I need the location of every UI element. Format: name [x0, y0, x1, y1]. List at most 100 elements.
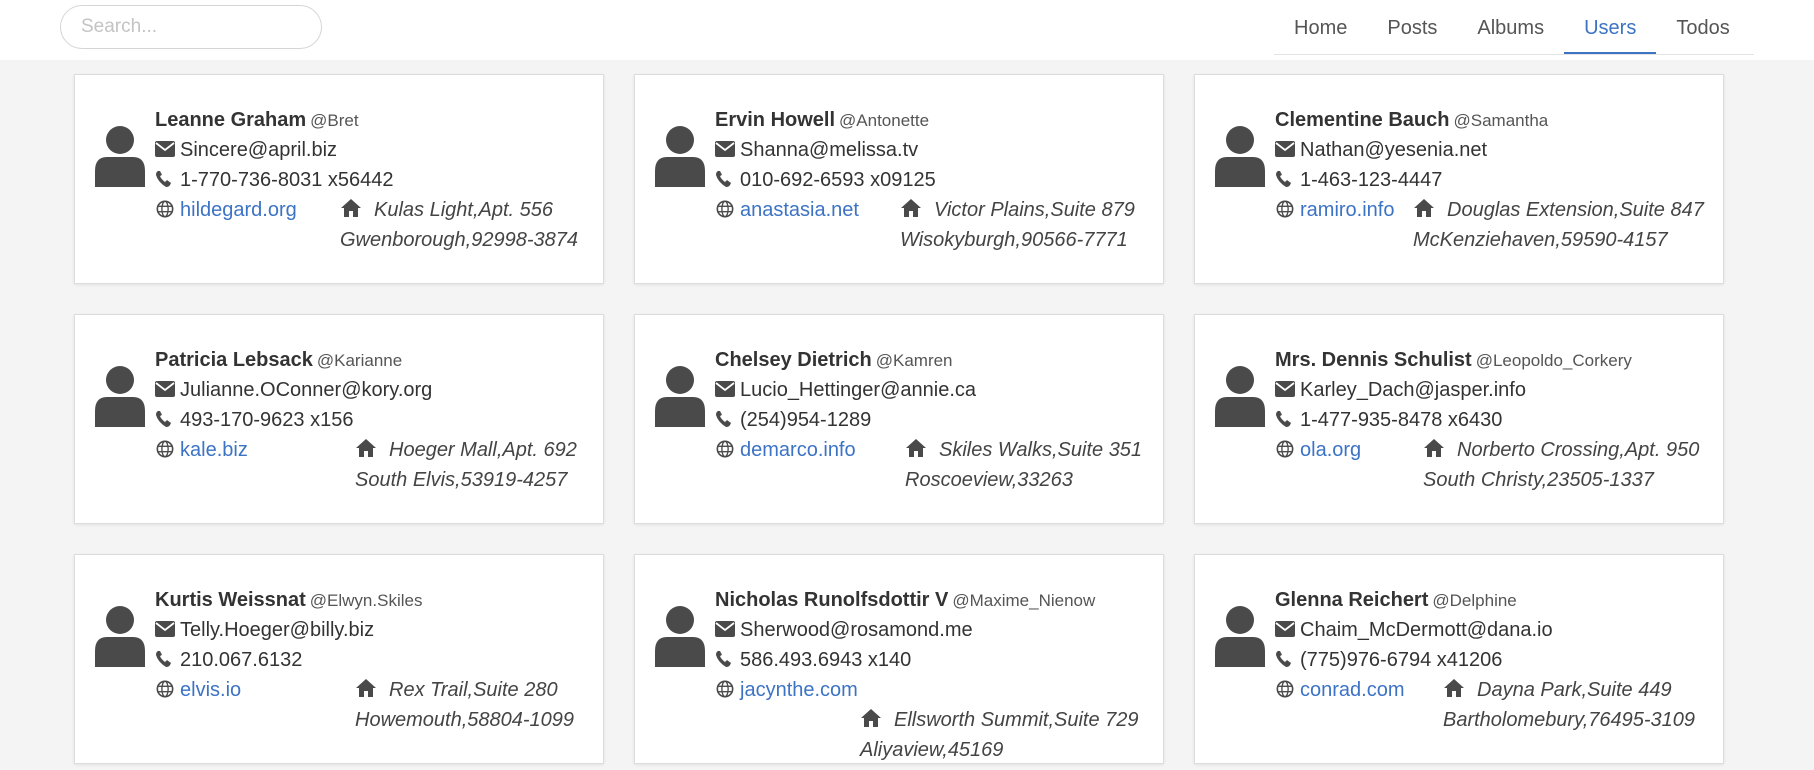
envelope-icon: [1275, 381, 1295, 397]
user-username: @Leopoldo_Corkery: [1475, 351, 1632, 370]
user-icon: [655, 126, 705, 187]
user-email: Lucio_Hettinger@annie.ca: [715, 379, 976, 402]
user-username: @Elwyn.Skiles: [309, 591, 423, 610]
user-icon: [1215, 606, 1265, 667]
user-phone-text: (254)954-1289: [740, 409, 872, 431]
user-phone: 1-477-935-8478 x6430: [1275, 409, 1502, 432]
user-address-city: McKenziehaven,59590-4157: [1413, 229, 1668, 251]
user-website-link[interactable]: ramiro.info: [1300, 199, 1394, 221]
user-email: Sincere@april.biz: [155, 139, 337, 162]
user-card: Mrs. Dennis Schulist @Leopoldo_Corkery Ka…: [1194, 314, 1724, 524]
user-phone: 010-692-6593 x09125: [715, 169, 936, 192]
user-phone-text: 210.067.6132: [180, 649, 303, 671]
user-email-text: Nathan@yesenia.net: [1300, 139, 1488, 161]
user-icon: [1215, 366, 1265, 427]
user-website: elvis.io: [155, 679, 241, 702]
user-icon: [655, 606, 705, 667]
user-phone: 1-463-123-4447: [1275, 169, 1442, 192]
search-input[interactable]: [60, 5, 322, 49]
nav-albums[interactable]: Albums: [1457, 0, 1564, 54]
user-website: hildegard.org: [155, 199, 297, 222]
user-card: Kurtis Weissnat @Elwyn.Skiles Telly.Hoege…: [74, 554, 604, 764]
user-website-link[interactable]: anastasia.net: [740, 199, 859, 221]
user-address-city: Wisokyburgh,90566-7771: [900, 229, 1128, 251]
user-website: ola.org: [1275, 439, 1361, 462]
globe-icon: [1276, 680, 1294, 698]
user-address-street: Kulas Light,Apt. 556: [374, 199, 554, 221]
phone-icon: [1276, 171, 1291, 187]
user-username: @Kamren: [875, 351, 953, 370]
user-address: Douglas Extension,Suite 847 McKenziehave…: [1413, 195, 1704, 255]
user-name: Clementine Bauch: [1275, 109, 1450, 131]
nav-users[interactable]: Users: [1564, 0, 1657, 54]
user-card: Clementine Bauch @Samantha Nathan@yesenia…: [1194, 74, 1724, 284]
user-name-line: Kurtis Weissnat @Elwyn.Skiles: [155, 589, 422, 612]
user-website-link[interactable]: kale.biz: [180, 439, 248, 461]
user-email-text: Karley_Dach@jasper.info: [1300, 379, 1526, 401]
globe-icon: [156, 680, 174, 698]
user-phone: 586.493.6943 x140: [715, 649, 911, 672]
user-address-city: Bartholomebury,76495-3109: [1443, 709, 1696, 731]
phone-icon: [716, 411, 731, 427]
envelope-icon: [1275, 141, 1295, 157]
user-website-link[interactable]: ola.org: [1300, 439, 1361, 461]
user-name-line: Mrs. Dennis Schulist @Leopoldo_Corkery: [1275, 349, 1632, 372]
user-username: @Antonette: [839, 111, 930, 130]
user-card: Leanne Graham @Bret Sincere@april.biz 1-7…: [74, 74, 604, 284]
user-name: Ervin Howell: [715, 109, 836, 131]
user-email: Nathan@yesenia.net: [1275, 139, 1487, 162]
user-icon: [95, 366, 145, 427]
user-card: Ervin Howell @Antonette Shanna@melissa.tv…: [634, 74, 1164, 284]
user-email: Karley_Dach@jasper.info: [1275, 379, 1526, 402]
user-name: Chelsey Dietrich: [715, 349, 872, 371]
phone-icon: [1276, 411, 1291, 427]
envelope-icon: [715, 621, 735, 637]
home-icon: [1424, 439, 1444, 457]
user-email-text: Julianne.OConner@kory.org: [180, 379, 433, 401]
user-address-city: Howemouth,58804-1099: [355, 709, 575, 731]
user-address: Ellsworth Summit,Suite 729 Aliyaview,451…: [860, 705, 1139, 765]
user-address-street: Ellsworth Summit,Suite 729: [894, 709, 1139, 731]
user-email: Shanna@melissa.tv: [715, 139, 918, 162]
user-name: Mrs. Dennis Schulist: [1275, 349, 1472, 371]
user-icon: [95, 126, 145, 187]
user-address-street: Hoeger Mall,Apt. 692: [389, 439, 577, 461]
user-website-link[interactable]: hildegard.org: [180, 199, 297, 221]
user-website: ramiro.info: [1275, 199, 1394, 222]
nav-posts[interactable]: Posts: [1367, 0, 1457, 54]
user-icon: [1215, 126, 1265, 187]
user-card: Chelsey Dietrich @Kamren Lucio_Hettinger@…: [634, 314, 1164, 524]
user-website: kale.biz: [155, 439, 248, 462]
globe-icon: [716, 680, 734, 698]
user-website-link[interactable]: demarco.info: [740, 439, 856, 461]
user-name: Glenna Reichert: [1275, 589, 1429, 611]
phone-icon: [716, 651, 731, 667]
user-icon: [655, 366, 705, 427]
user-email-text: Lucio_Hettinger@annie.ca: [740, 379, 977, 401]
user-name: Patricia Lebsack: [155, 349, 313, 371]
envelope-icon: [155, 381, 175, 397]
user-email-text: Chaim_McDermott@dana.io: [1300, 619, 1553, 641]
phone-icon: [156, 411, 171, 427]
phone-icon: [156, 651, 171, 667]
nav-todos[interactable]: Todos: [1656, 0, 1749, 54]
user-website-link[interactable]: jacynthe.com: [740, 679, 858, 701]
user-username: @Bret: [310, 111, 359, 130]
user-icon: [95, 606, 145, 667]
user-address-street: Victor Plains,Suite 879: [934, 199, 1135, 221]
user-name-line: Leanne Graham @Bret: [155, 109, 359, 132]
user-address-city: Gwenborough,92998-3874: [340, 229, 578, 251]
envelope-icon: [715, 141, 735, 157]
home-icon: [906, 439, 926, 457]
globe-icon: [156, 200, 174, 218]
user-website-link[interactable]: conrad.com: [1300, 679, 1405, 701]
user-phone: 210.067.6132: [155, 649, 302, 672]
home-icon: [356, 679, 376, 697]
user-website-link[interactable]: elvis.io: [180, 679, 241, 701]
user-phone-text: 1-463-123-4447: [1300, 169, 1443, 191]
top-bar: Home Posts Albums Users Todos: [0, 0, 1814, 60]
user-username: @Maxime_Nienow: [952, 591, 1096, 610]
user-email: Sherwood@rosamond.me: [715, 619, 973, 642]
nav-home[interactable]: Home: [1274, 0, 1367, 54]
envelope-icon: [1275, 621, 1295, 637]
